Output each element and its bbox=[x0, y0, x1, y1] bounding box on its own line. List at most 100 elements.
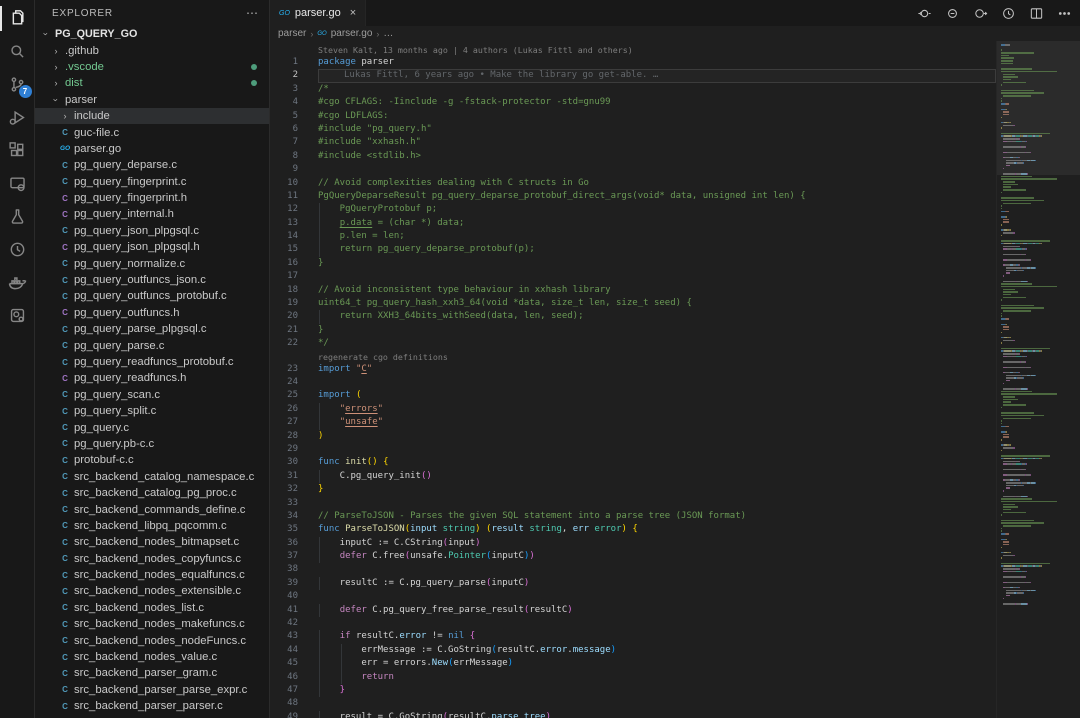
code-line-6[interactable]: 6#include "pg_query.h" bbox=[270, 123, 996, 136]
code-line-38[interactable]: 38 bbox=[270, 563, 996, 576]
code-editor[interactable]: Steven Kalt, 13 months ago | 4 authors (… bbox=[270, 41, 1080, 718]
code-line-34[interactable]: 34// ParseToJSON - Parses the given SQL … bbox=[270, 510, 996, 523]
tree-item-src-backend-parser-parser-c[interactable]: Csrc_backend_parser_parser.c bbox=[35, 698, 269, 714]
tree-item-pg-query-json-plpgsql-h[interactable]: Cpg_query_json_plpgsql.h bbox=[35, 239, 269, 255]
tree-item-src-backend-commands-define-c[interactable]: Csrc_backend_commands_define.c bbox=[35, 501, 269, 517]
code-line-26[interactable]: 26 "errors" bbox=[270, 403, 996, 416]
tree-item-pg-query-readfuncs-protobuf-c[interactable]: Cpg_query_readfuncs_protobuf.c bbox=[35, 354, 269, 370]
code-line-47[interactable]: 47 } bbox=[270, 684, 996, 697]
tree-item-pg-query-outfuncs-h[interactable]: Cpg_query_outfuncs.h bbox=[35, 305, 269, 321]
tree-item-pg-query-parse-plpgsql-c[interactable]: Cpg_query_parse_plpgsql.c bbox=[35, 321, 269, 337]
code-line-29[interactable]: 29 bbox=[270, 443, 996, 456]
tab-parser-go[interactable]: GO parser.go × bbox=[270, 0, 366, 26]
tree-item-src-backend-catalog-namespace-c[interactable]: Csrc_backend_catalog_namespace.c bbox=[35, 469, 269, 485]
tree-item-src-backend-parser-parse-expr-c[interactable]: Csrc_backend_parser_parse_expr.c bbox=[35, 682, 269, 698]
code-line-20[interactable]: 20 return XXH3_64bits_withSeed(data, len… bbox=[270, 310, 996, 323]
tree-item-src-backend-nodes-extensible-c[interactable]: Csrc_backend_nodes_extensible.c bbox=[35, 583, 269, 599]
code-line-30[interactable]: 30func init() { bbox=[270, 456, 996, 469]
tree-item-src-backend-nodes-copyfuncs-c[interactable]: Csrc_backend_nodes_copyfuncs.c bbox=[35, 551, 269, 567]
tree-item--vscode[interactable]: ›.vscode bbox=[35, 59, 269, 75]
tree-item-guc-file-c[interactable]: Cguc-file.c bbox=[35, 124, 269, 140]
code-line-49[interactable]: 49 result = C.GoString(resultC.parse_tre… bbox=[270, 711, 996, 718]
tree-item-parser[interactable]: ›parser bbox=[35, 92, 269, 108]
tree-item-src-backend-nodes-nodefuncs-c[interactable]: Csrc_backend_nodes_nodeFuncs.c bbox=[35, 632, 269, 648]
tree-item-parser-go[interactable]: GOparser.go bbox=[35, 141, 269, 157]
code-line-46[interactable]: 46 return bbox=[270, 671, 996, 684]
code-line-24[interactable]: 24 bbox=[270, 376, 996, 389]
testing-icon[interactable] bbox=[0, 200, 35, 233]
code-line-8[interactable]: 8#include <stdlib.h> bbox=[270, 150, 996, 163]
code-line-28[interactable]: 28) bbox=[270, 430, 996, 443]
split-editor-icon[interactable] bbox=[1029, 6, 1044, 21]
tree-item-pg-query-scan-c[interactable]: Cpg_query_scan.c bbox=[35, 387, 269, 403]
code-line-43[interactable]: 43 if resultC.error != nil { bbox=[270, 630, 996, 643]
tree-item-src-backend-nodes-value-c[interactable]: Csrc_backend_nodes_value.c bbox=[35, 649, 269, 665]
history-icon[interactable] bbox=[0, 233, 35, 266]
code-line-21[interactable]: 21} bbox=[270, 324, 996, 337]
code-line-31[interactable]: 31 C.pg_query_init() bbox=[270, 470, 996, 483]
code-line-35[interactable]: 35func ParseToJSON(input string) (result… bbox=[270, 523, 996, 536]
code-line-12[interactable]: 12 PgQueryProtobuf p; bbox=[270, 203, 996, 216]
tree-item-src-backend-nodes-equalfuncs-c[interactable]: Csrc_backend_nodes_equalfuncs.c bbox=[35, 567, 269, 583]
tree-item-src-backend-libpq-pqcomm-c[interactable]: Csrc_backend_libpq_pqcomm.c bbox=[35, 518, 269, 534]
extensions-icon[interactable] bbox=[0, 134, 35, 167]
breadcrumb-file[interactable]: parser.go bbox=[331, 28, 373, 39]
code-line-32[interactable]: 32} bbox=[270, 483, 996, 496]
tree-item-pg-query-internal-h[interactable]: Cpg_query_internal.h bbox=[35, 206, 269, 222]
tree-item-pg-query-readfuncs-h[interactable]: Cpg_query_readfuncs.h bbox=[35, 370, 269, 386]
code-line-45[interactable]: 45 err = errors.New(errMessage) bbox=[270, 657, 996, 670]
code-line-17[interactable]: 17 bbox=[270, 270, 996, 283]
source-control-icon[interactable]: 7 bbox=[0, 68, 35, 101]
tree-item-pg-query-fingerprint-c[interactable]: Cpg_query_fingerprint.c bbox=[35, 174, 269, 190]
tree-item-protobuf-c-c[interactable]: Cprotobuf-c.c bbox=[35, 452, 269, 468]
explorer-more-actions-icon[interactable]: ⋯ bbox=[246, 6, 259, 20]
code-line-5[interactable]: 5#cgo LDFLAGS: bbox=[270, 110, 996, 123]
code-line-42[interactable]: 42 bbox=[270, 617, 996, 630]
code-line-22[interactable]: 22*/ bbox=[270, 337, 996, 350]
code-line-37[interactable]: 37 defer C.free(unsafe.Pointer(inputC)) bbox=[270, 550, 996, 563]
tree-item-src-backend-nodes-makefuncs-c[interactable]: Csrc_backend_nodes_makefuncs.c bbox=[35, 616, 269, 632]
tree-item-pg-query-c[interactable]: Cpg_query.c bbox=[35, 419, 269, 435]
code-line-14[interactable]: 14 p.len = len; bbox=[270, 230, 996, 243]
tree-item-pg-query-parse-c[interactable]: Cpg_query_parse.c bbox=[35, 337, 269, 353]
explorer-icon[interactable] bbox=[0, 2, 35, 35]
code-line-27[interactable]: 27 "unsafe" bbox=[270, 416, 996, 429]
tree-item-pg-query-normalize-c[interactable]: Cpg_query_normalize.c bbox=[35, 255, 269, 271]
code-line-16[interactable]: 16} bbox=[270, 257, 996, 270]
file-settings-icon[interactable] bbox=[0, 299, 35, 332]
gitlens-blame-icon[interactable] bbox=[917, 6, 932, 21]
timeline-icon[interactable] bbox=[1001, 6, 1016, 21]
code-line-36[interactable]: 36 inputC := C.CString(input) bbox=[270, 537, 996, 550]
tree-item-pg-query-go[interactable]: ›PG_QUERY_GO bbox=[35, 26, 269, 42]
breadcrumb-folder[interactable]: parser bbox=[278, 28, 306, 39]
code-line-15[interactable]: 15 return pg_query_deparse_protobuf(p); bbox=[270, 243, 996, 256]
code-line-33[interactable]: 33 bbox=[270, 497, 996, 510]
tree-item-pg-query-pb-c-c[interactable]: Cpg_query.pb-c.c bbox=[35, 436, 269, 452]
code-line-7[interactable]: 7#include "xxhash.h" bbox=[270, 136, 996, 149]
more-actions-icon[interactable] bbox=[1057, 6, 1072, 21]
gitlens-changes-icon[interactable] bbox=[945, 6, 960, 21]
code-line-41[interactable]: 41 defer C.pg_query_free_parse_result(re… bbox=[270, 604, 996, 617]
code-line-44[interactable]: 44 errMessage := C.GoString(resultC.erro… bbox=[270, 644, 996, 657]
code-line-48[interactable]: 48 bbox=[270, 697, 996, 710]
code-line-3[interactable]: 3/* bbox=[270, 83, 996, 96]
tree-item-src-backend-catalog-pg-proc-c[interactable]: Csrc_backend_catalog_pg_proc.c bbox=[35, 485, 269, 501]
tree-item-src-backend-parser-gram-c[interactable]: Csrc_backend_parser_gram.c bbox=[35, 665, 269, 681]
tree-item-pg-query-outfuncs-protobuf-c[interactable]: Cpg_query_outfuncs_protobuf.c bbox=[35, 288, 269, 304]
tree-item--github[interactable]: ›.github bbox=[35, 42, 269, 58]
run-debug-icon[interactable] bbox=[0, 101, 35, 134]
tree-item-src-backend-nodes-bitmapset-c[interactable]: Csrc_backend_nodes_bitmapset.c bbox=[35, 534, 269, 550]
tree-item-pg-query-outfuncs-json-c[interactable]: Cpg_query_outfuncs_json.c bbox=[35, 272, 269, 288]
code-area[interactable]: Steven Kalt, 13 months ago | 4 authors (… bbox=[270, 41, 996, 718]
tree-item-pg-query-split-c[interactable]: Cpg_query_split.c bbox=[35, 403, 269, 419]
minimap[interactable] bbox=[996, 41, 1080, 718]
docker-icon[interactable] bbox=[0, 266, 35, 299]
tree-item-src-backend-nodes-list-c[interactable]: Csrc_backend_nodes_list.c bbox=[35, 600, 269, 616]
code-line-25[interactable]: 25import ( bbox=[270, 389, 996, 402]
tree-item-include[interactable]: ›include bbox=[35, 108, 269, 124]
code-line-19[interactable]: 19uint64_t pg_query_hash_xxh3_64(void *d… bbox=[270, 297, 996, 310]
tree-item-pg-query-deparse-c[interactable]: Cpg_query_deparse.c bbox=[35, 157, 269, 173]
tree-item-dist[interactable]: ›dist bbox=[35, 75, 269, 91]
code-line-39[interactable]: 39 resultC := C.pg_query_parse(inputC) bbox=[270, 577, 996, 590]
code-line-40[interactable]: 40 bbox=[270, 590, 996, 603]
